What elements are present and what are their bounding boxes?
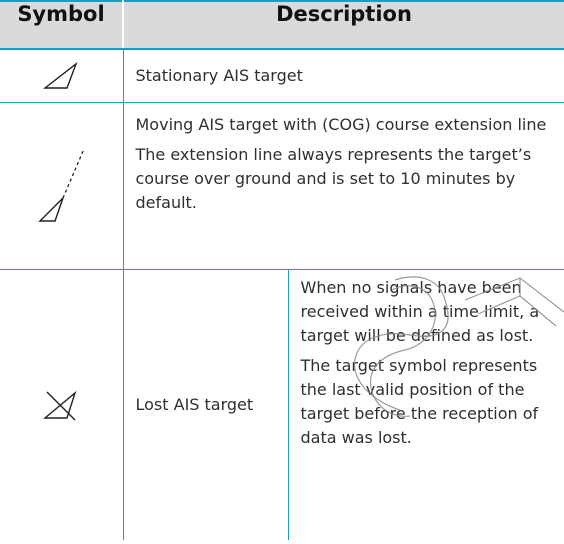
stationary-ais-target-icon bbox=[43, 61, 78, 89]
description-text: Stationary AIS target bbox=[135, 66, 303, 85]
lost-target-label-cell: Lost AIS target bbox=[123, 269, 289, 540]
symbol-column-header: Symbol bbox=[0, 0, 124, 50]
symbol-cell bbox=[0, 102, 124, 270]
lost-target-label: Lost AIS target bbox=[135, 395, 254, 414]
symbol-cell bbox=[0, 269, 124, 540]
table-header-row: Symbol Description bbox=[0, 0, 564, 50]
description-cell: Moving AIS target with (COG) course exte… bbox=[123, 102, 564, 270]
symbol-cell bbox=[0, 49, 124, 103]
description-text: When no signals have been received withi… bbox=[300, 278, 540, 345]
table-row: Stationary AIS target bbox=[0, 49, 564, 103]
description-text: The extension line always represents the… bbox=[135, 145, 532, 212]
description-cell: Stationary AIS target bbox=[123, 49, 564, 103]
lost-ais-target-icon bbox=[43, 390, 77, 421]
description-cell: When no signals have been received withi… bbox=[288, 270, 564, 541]
description-text: The target symbol represents the last va… bbox=[300, 356, 539, 447]
table-row: Moving AIS target with (COG) course exte… bbox=[0, 102, 564, 270]
moving-ais-target-icon bbox=[38, 148, 85, 222]
table-row: Lost AIS target When no signals have bee… bbox=[0, 269, 564, 541]
ais-symbol-table: Symbol Description Stationary AIS target… bbox=[0, 0, 564, 540]
description-text: Moving AIS target with (COG) course exte… bbox=[135, 115, 547, 134]
description-column-header: Description bbox=[123, 0, 564, 50]
